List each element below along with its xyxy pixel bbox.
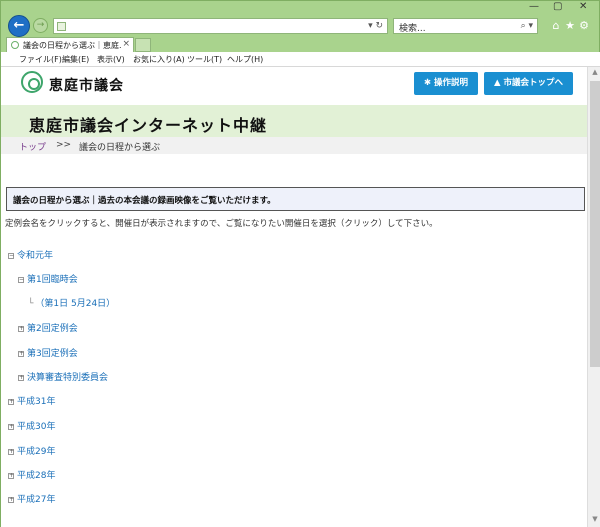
tree-item-h29[interactable]: + 平成29年 <box>8 444 55 457</box>
logo-icon <box>21 71 43 93</box>
site-logo-text[interactable]: 恵庭市議会 <box>49 75 124 95</box>
tab-favicon-icon <box>11 41 19 49</box>
help-button-label: 操作説明 <box>434 78 469 88</box>
tab-active[interactable]: 議会の日程から選ぶ｜恵庭... × <box>6 37 134 52</box>
url-refresh-dropdown[interactable]: ▾ ↻ <box>368 21 383 31</box>
tree-item-label: 決算審査特別委員会 <box>27 373 109 383</box>
tree-item-h30[interactable]: + 平成30年 <box>8 419 55 432</box>
scroll-thumb[interactable] <box>590 81 600 367</box>
toolbar-icons: ⌂ ★ ⚙ <box>549 19 599 33</box>
expand-icon[interactable]: + <box>8 424 14 430</box>
minimize-icon[interactable]: — <box>529 1 539 12</box>
page-favicon-icon <box>57 22 66 31</box>
page-viewport: 恵庭市議会 ✱ 操作説明 ▲ 市議会トップへ 恵庭市議会インターネット中継 トップ … <box>1 67 600 527</box>
breadcrumb-current: 議会の日程から選ぶ <box>79 143 161 153</box>
tree-item-h28[interactable]: + 平成28年 <box>8 468 55 481</box>
tree-item-label: 平成31年 <box>17 397 56 407</box>
search-input[interactable]: 検索... ⌕ ▾ <box>393 18 538 34</box>
help-button[interactable]: ✱ 操作説明 <box>414 72 478 95</box>
tree-item-kessan[interactable]: + 決算審査特別委員会 <box>18 370 108 383</box>
tree-item-reiwa1[interactable]: − 令和元年 <box>8 248 53 261</box>
tree-item-teirei2[interactable]: + 第2回定例会 <box>18 321 78 334</box>
council-top-button[interactable]: ▲ 市議会トップへ <box>484 72 573 95</box>
tree-item-h27[interactable]: + 平成27年 <box>8 492 55 505</box>
menu-bar: ファイル(F) 編集(E) 表示(V) お気に入り(A) ツール(T) ヘルプ(… <box>1 52 600 67</box>
expand-icon[interactable]: + <box>8 399 14 405</box>
collapse-icon[interactable]: − <box>8 253 14 259</box>
forward-button[interactable]: → <box>33 18 48 33</box>
breadcrumb-separator: >> <box>56 140 72 150</box>
tab-close-icon[interactable]: × <box>122 39 130 49</box>
tree-item-label: 第1回臨時会 <box>27 275 78 285</box>
menu-file[interactable]: ファイル(F) <box>19 54 62 65</box>
title-band: 恵庭市議会インターネット中継 <box>1 105 587 137</box>
tree-item-label: 平成27年 <box>17 495 56 505</box>
collapse-icon[interactable]: − <box>18 277 24 283</box>
tree-item-rinji1[interactable]: − 第1回臨時会 <box>18 272 78 285</box>
tree-item-label: 令和元年 <box>17 251 54 261</box>
gear-icon: ✱ <box>423 78 432 88</box>
expand-icon[interactable]: + <box>8 449 14 455</box>
section-heading: 議会の日程から選ぶ｜過去の本会議の録画映像をご覧いただけます。 <box>6 187 585 211</box>
section-heading-text: 議会の日程から選ぶ｜過去の本会議の録画映像をご覧いただけます。 <box>13 196 276 206</box>
tab-title: 議会の日程から選ぶ｜恵庭... <box>23 41 121 50</box>
breadcrumb-top-link[interactable]: トップ <box>19 140 46 153</box>
star-icon[interactable]: ★ <box>563 19 577 32</box>
new-tab-button[interactable] <box>135 38 151 52</box>
menu-help[interactable]: ヘルプ(H) <box>227 54 263 65</box>
expand-icon[interactable]: + <box>8 497 14 503</box>
tree-item-label: 第3回定例会 <box>27 349 78 359</box>
search-icon[interactable]: ⌕ ▾ <box>521 21 533 31</box>
menu-view[interactable]: 表示(V) <box>97 54 125 65</box>
maximize-icon[interactable]: ▢ <box>553 1 562 12</box>
tree-item-label: 第2回定例会 <box>27 324 78 334</box>
arrow-left-icon: ← <box>13 18 25 33</box>
site-header: 恵庭市議会 ✱ 操作説明 ▲ 市議会トップへ <box>1 67 587 105</box>
search-placeholder: 検索... <box>399 24 426 34</box>
url-input[interactable]: ▾ ↻ <box>53 18 388 34</box>
menu-favorites[interactable]: お気に入り(A) <box>133 54 185 65</box>
tree-item-h31[interactable]: + 平成31年 <box>8 394 55 407</box>
council-top-button-label: 市議会トップへ <box>503 78 564 88</box>
menu-tools[interactable]: ツール(T) <box>187 54 222 65</box>
back-button[interactable]: ← <box>8 15 30 37</box>
tree-item-label: 平成29年 <box>17 447 56 457</box>
menu-edit[interactable]: 編集(E) <box>62 54 89 65</box>
expand-icon[interactable]: + <box>18 326 24 332</box>
tree-item-label: 平成30年 <box>17 422 56 432</box>
expand-icon[interactable]: + <box>18 375 24 381</box>
tree-leaf-icon: └ <box>28 299 34 309</box>
scroll-down-icon[interactable]: ▼ <box>588 515 600 527</box>
browser-window: — ▢ ✕ ← → ▾ ↻ 検索... ⌕ ▾ ⌂ ★ ⚙ 議会の日程から選ぶ｜恵庭… <box>0 0 600 527</box>
tree-item-label: （第1日 5月24日） <box>35 299 116 309</box>
home-icon[interactable]: ⌂ <box>549 19 563 32</box>
instruction-text: 定例会名をクリックすると、開催日が表示されますので、ご覧になりたい開催日を選択（… <box>5 219 438 229</box>
tree-item-teirei3[interactable]: + 第3回定例会 <box>18 346 78 359</box>
address-bar-row: ← → ▾ ↻ 検索... ⌕ ▾ ⌂ ★ ⚙ <box>1 13 600 37</box>
tree-item-day1-0524[interactable]: └ （第1日 5月24日） <box>28 296 115 309</box>
close-icon[interactable]: ✕ <box>579 1 587 12</box>
expand-icon[interactable]: + <box>8 473 14 479</box>
arrow-right-icon: → <box>36 20 45 30</box>
page-title: 恵庭市議会インターネット中継 <box>29 116 268 135</box>
vertical-scrollbar[interactable]: ▲ ▼ <box>587 67 600 527</box>
building-icon: ▲ <box>493 78 501 88</box>
tree-item-label: 平成28年 <box>17 471 56 481</box>
gear-icon[interactable]: ⚙ <box>577 19 591 32</box>
breadcrumb: トップ >> 議会の日程から選ぶ <box>1 137 587 154</box>
expand-icon[interactable]: + <box>18 351 24 357</box>
scroll-up-icon[interactable]: ▲ <box>588 68 600 80</box>
